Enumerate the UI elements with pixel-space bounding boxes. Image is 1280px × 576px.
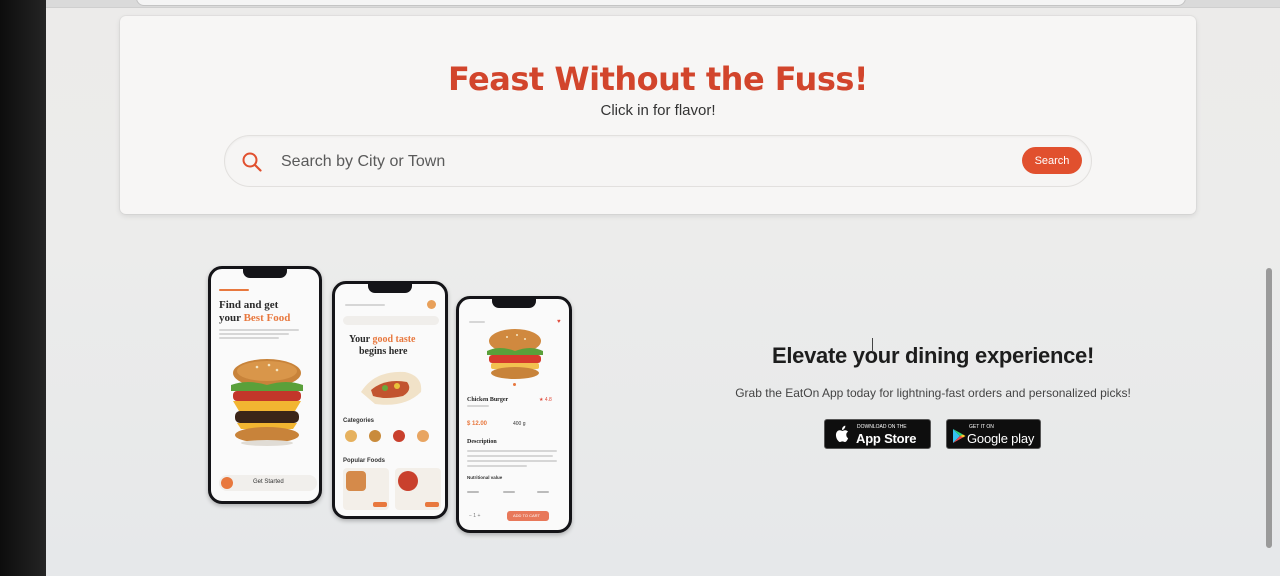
browser-top-edge — [46, 0, 1280, 8]
promo-subtitle: Grab the EatOn App today for lightning-f… — [735, 386, 1131, 400]
burger-illustration — [231, 359, 303, 446]
search-button[interactable]: Search — [1022, 147, 1082, 174]
phone-mockup-detail: ♥ Chicken Burger ★ 4.8 $ 12.00 400 g Des… — [456, 296, 572, 533]
item-price: $ 12.00 — [467, 421, 488, 427]
phone-mockup-onboarding: Find and get your Best Food Get Started — [208, 266, 322, 504]
item-weight: 400 g — [513, 421, 526, 427]
phone-mockup-home: Your good taste begins here Categories P… — [332, 281, 448, 519]
item-name: Chicken Burger — [467, 397, 509, 403]
search-bar: Search — [224, 135, 1092, 187]
home-heading-line1: Your good taste — [349, 334, 416, 345]
description-label: Description — [467, 439, 497, 445]
popular-foods-label: Popular Foods — [343, 458, 385, 464]
promo-title: Elevate your dining experience! — [771, 343, 1095, 368]
rating-badge: ★ 4.8 — [539, 397, 552, 403]
nutrition-label: Nutritional value — [467, 475, 503, 480]
monitor-bezel — [0, 0, 52, 576]
google-play-badge[interactable]: GET IT ON Google play — [946, 419, 1041, 449]
scrollbar[interactable] — [1266, 268, 1272, 548]
burger-illustration — [487, 329, 543, 379]
categories-label: Categories — [343, 418, 375, 424]
phone-search-field — [343, 316, 439, 325]
search-input[interactable] — [281, 148, 981, 176]
hero-card: Feast Without the Fuss! Click in for fla… — [120, 16, 1196, 214]
hero-title: Feast Without the Fuss! — [447, 60, 869, 98]
get-started-button[interactable]: Get Started — [219, 475, 317, 491]
browser-viewport: Feast Without the Fuss! Click in for fla… — [46, 0, 1280, 576]
add-to-cart-button[interactable]: ADD TO CART — [507, 511, 549, 521]
wrap-illustration — [361, 371, 422, 405]
onboarding-heading-line1: Find and get — [219, 299, 279, 311]
avatar — [427, 300, 436, 309]
favorite-icon: ♥ — [557, 319, 561, 325]
google-play-icon — [952, 428, 966, 449]
home-heading-line2: begins here — [359, 346, 408, 357]
apple-icon — [833, 425, 849, 448]
text-cursor — [872, 338, 874, 352]
onboarding-heading-line2: your Best Food — [219, 312, 291, 324]
search-icon — [241, 151, 263, 173]
hero-subtitle: Click in for flavor! — [600, 102, 716, 119]
app-store-badge[interactable]: Download on the App Store — [824, 419, 931, 449]
